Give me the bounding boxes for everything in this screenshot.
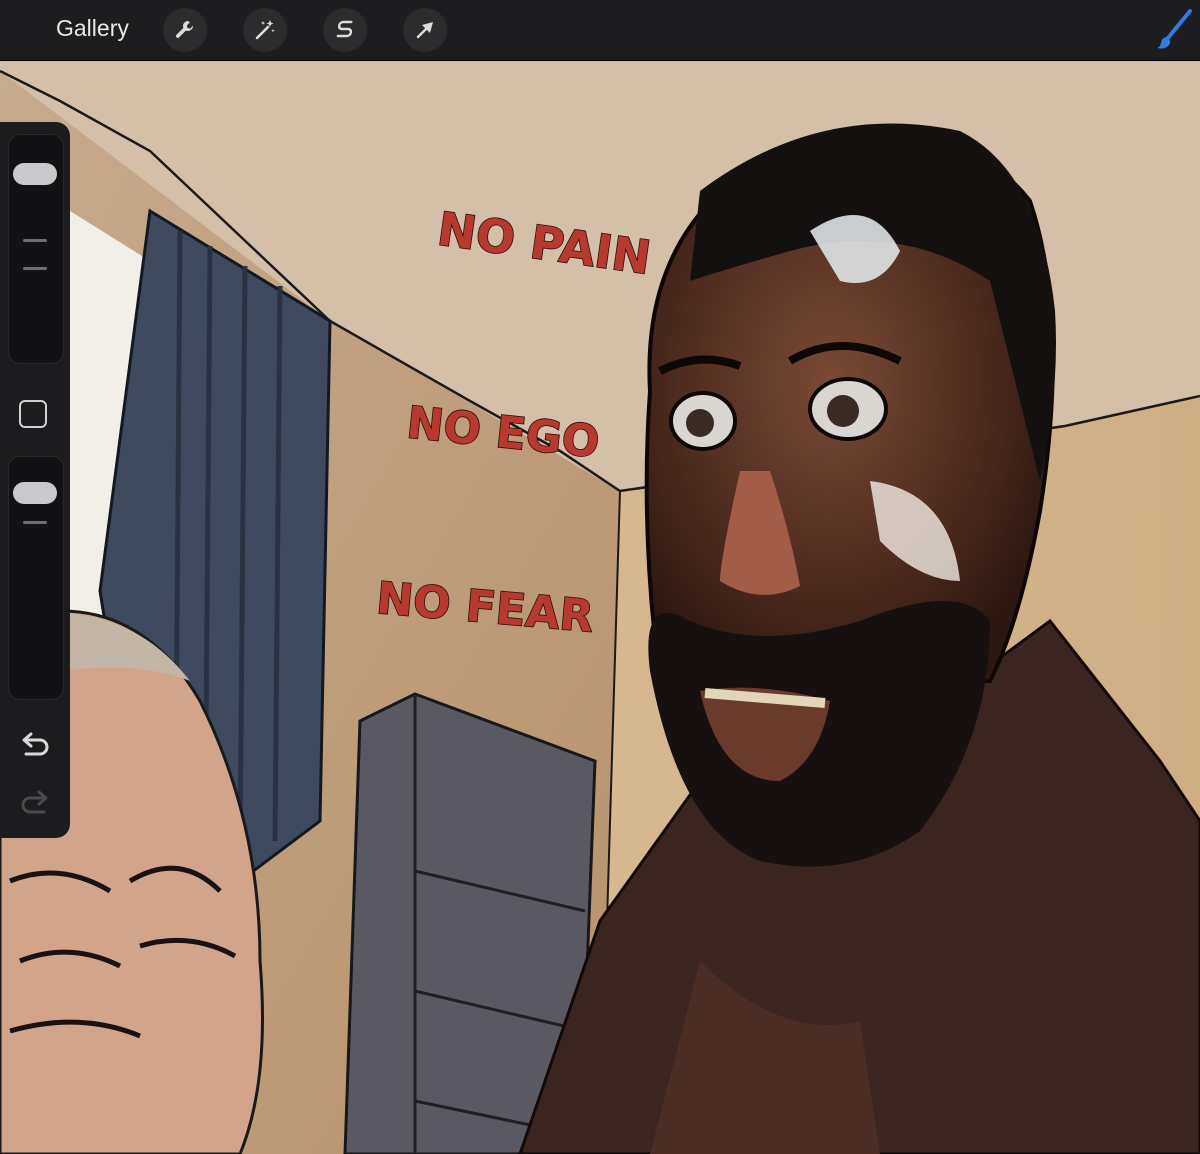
opacity-thumb[interactable]: [13, 482, 57, 505]
adjustments-button[interactable]: [243, 8, 287, 52]
opacity-slider[interactable]: [8, 456, 64, 700]
actions-button[interactable]: [163, 8, 207, 52]
slider-tick: [23, 521, 47, 524]
modify-button[interactable]: [19, 400, 47, 428]
slider-tick: [23, 267, 47, 270]
transform-button[interactable]: [403, 8, 447, 52]
magic-wand-icon: [255, 20, 275, 40]
brush-size-slider[interactable]: [8, 134, 64, 364]
selection-button[interactable]: [323, 8, 367, 52]
paintbrush-icon[interactable]: [1152, 6, 1198, 52]
undo-arrow-icon[interactable]: [18, 732, 52, 762]
left-sidebar: [0, 122, 70, 838]
selection-s-icon: [336, 20, 353, 38]
top-toolbar: Gallery: [0, 0, 1200, 61]
brush-size-thumb[interactable]: [13, 162, 57, 185]
gallery-button[interactable]: Gallery: [56, 15, 129, 42]
redo-arrow-icon[interactable]: [18, 790, 52, 820]
wrench-icon: [175, 21, 194, 38]
drawing-canvas[interactable]: NO PAIN NO EGO NO FEAR: [0, 61, 1200, 1154]
slider-tick: [23, 239, 47, 242]
arrow-cursor-icon: [416, 22, 433, 39]
